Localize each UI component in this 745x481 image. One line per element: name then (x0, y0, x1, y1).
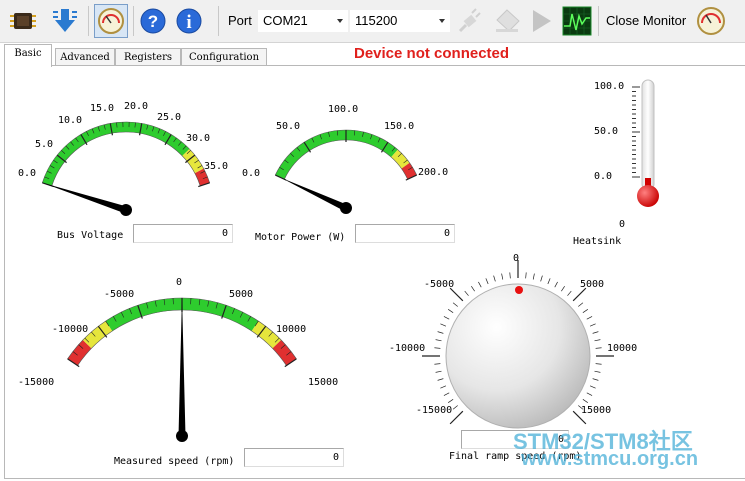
gauge-hub (176, 430, 188, 442)
knob-tick-label: 5000 (580, 279, 605, 290)
speed-tick-label: 10000 (276, 324, 307, 335)
motor-power-value: 0 (355, 224, 455, 243)
motor-tick-label: 100.0 (328, 104, 359, 115)
knob-minor-tick (594, 370, 601, 373)
knob-minor-tick (509, 272, 511, 279)
speed-tick-label: -15000 (18, 377, 55, 388)
gauge-hub (340, 202, 352, 214)
knob-minor-tick (435, 339, 442, 342)
knob-minor-tick (592, 331, 599, 334)
thermometer-bulb (637, 185, 659, 207)
knob-minor-tick (554, 281, 558, 288)
knob-minor-tick (434, 363, 441, 365)
knob-tick-label: 0 (513, 253, 520, 264)
knob-minor-tick (471, 285, 475, 292)
knob-tick-label: -10000 (389, 343, 426, 354)
tab-basic[interactable]: Basic (4, 44, 52, 67)
knob-minor-tick (435, 370, 442, 373)
bus-tick-label: 10.0 (58, 115, 83, 126)
bus-tick-label: 15.0 (90, 103, 115, 114)
knob-minor-tick (567, 290, 572, 296)
bus-voltage-label: Bus Voltage (57, 230, 124, 241)
knob-minor-tick (595, 363, 602, 365)
gauge-needle (280, 177, 348, 212)
gauge-needle (178, 296, 186, 436)
heatsink-label: Heatsink (573, 236, 622, 247)
motor-tick-label: 50.0 (276, 121, 301, 132)
motor-power-label: Motor Power (W) (255, 232, 346, 243)
knob-minor-tick (452, 405, 458, 410)
knob-minor-tick (586, 392, 593, 396)
knob-minor-tick (443, 392, 450, 396)
knob-minor-tick (437, 331, 444, 334)
knob-minor-tick (485, 278, 489, 285)
knob-minor-tick (532, 273, 535, 280)
gauge-hub (120, 204, 132, 216)
knob-minor-tick (464, 290, 469, 296)
knob-indicator (515, 286, 523, 294)
measured-speed-gauge (67, 296, 297, 442)
bus-tick-label: 5.0 (35, 139, 54, 150)
bus-tick-label: 20.0 (124, 101, 149, 112)
knob-minor-tick (592, 378, 599, 381)
knob-minor-tick (540, 275, 543, 282)
knob-minor-tick (437, 378, 444, 381)
bus-tick-label: 30.0 (186, 133, 211, 144)
knob-minor-tick (447, 399, 454, 403)
knob-tick-label: 10000 (607, 343, 638, 354)
knob-minor-tick (589, 323, 596, 327)
gauge-band (42, 121, 190, 186)
knob-minor-tick (582, 309, 589, 313)
knob-tick-label: -5000 (424, 279, 455, 290)
knob-minor-tick (547, 278, 551, 285)
speed-tick-label: 15000 (308, 377, 339, 388)
knob-tick-label: 15000 (581, 405, 612, 416)
bus-voltage-gauge (41, 121, 211, 216)
measured-speed-label: Measured speed (rpm) (114, 456, 235, 467)
heatsink-tick-label: 0.0 (594, 171, 613, 182)
knob-major-tick (572, 287, 587, 302)
knob-minor-tick (440, 323, 447, 327)
knob-minor-tick (561, 285, 565, 292)
bus-tick-label: 0.0 (18, 168, 37, 179)
knob-minor-tick (578, 302, 584, 307)
motor-tick-label: 200.0 (418, 167, 449, 178)
knob-minor-tick (586, 316, 593, 320)
knob-minor-tick (594, 339, 601, 342)
speed-tick-label: 5000 (229, 289, 254, 300)
knob-minor-tick (582, 399, 589, 403)
knob-minor-tick (493, 275, 496, 282)
bus-tick-label: 25.0 (157, 112, 182, 123)
speed-tick-label: -5000 (104, 289, 135, 300)
gauge-needle (42, 182, 128, 214)
watermark-line2: www.stmcu.org.cn (521, 448, 699, 470)
knob-major-tick (449, 287, 464, 302)
motor-power-gauge (274, 129, 418, 214)
bus-voltage-value: 0 (133, 224, 233, 243)
heatsink-thermometer (632, 79, 659, 207)
heatsink-value: 0 (619, 219, 626, 230)
motor-tick-label: 0.0 (242, 168, 261, 179)
knob-minor-tick (525, 272, 527, 279)
motor-tick-label: 150.0 (384, 121, 415, 132)
knob-minor-tick (501, 273, 504, 280)
knob-minor-tick (447, 309, 454, 313)
knob-dial[interactable] (445, 283, 591, 429)
knob-tick-label: -15000 (416, 405, 453, 416)
knob-minor-tick (595, 347, 602, 349)
knob-minor-tick (443, 316, 450, 320)
knob-minor-tick (440, 385, 447, 389)
knob-minor-tick (434, 347, 441, 349)
heatsink-tick-label: 100.0 (594, 81, 625, 92)
knob-minor-tick (478, 281, 482, 288)
thermometer-tube (641, 79, 655, 191)
bus-tick-label: 35.0 (204, 161, 229, 172)
knob-minor-tick (589, 385, 596, 389)
knob-minor-tick (452, 302, 458, 307)
speed-tick-label: 0 (176, 277, 183, 288)
measured-speed-value: 0 (244, 448, 344, 467)
speed-tick-label: -10000 (52, 324, 89, 335)
heatsink-tick-label: 50.0 (594, 126, 619, 137)
